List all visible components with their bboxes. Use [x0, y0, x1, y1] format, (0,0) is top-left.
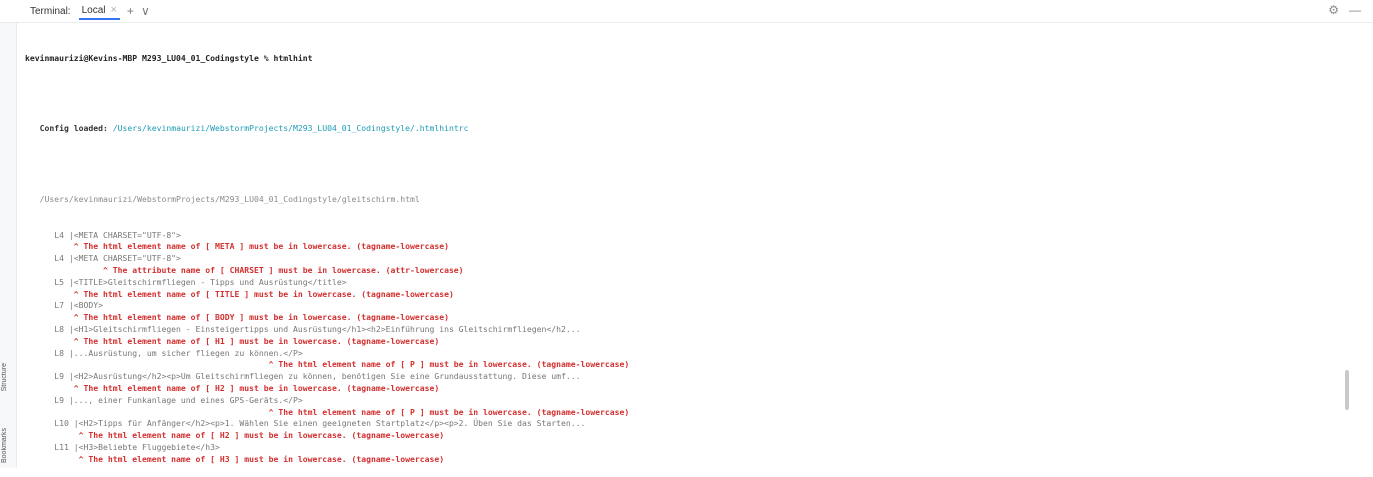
terminal-title: Terminal:: [30, 5, 71, 17]
bookmarks-tool-button[interactable]: Bookmarks: [1, 428, 8, 463]
source-code-line: L5 |<TITLE>Gleitschirmfliegen - Tipps un…: [25, 276, 347, 287]
source-code-line: L4 |<META CHARSET="UTF-8">: [25, 229, 181, 240]
lint-error-line: ^ The html element name of [ H1 ] must b…: [25, 335, 440, 346]
source-code-line: L8 |...Ausrüstung, um sicher fliegen zu …: [25, 347, 303, 358]
chevron-down-icon[interactable]: ∨: [141, 4, 150, 18]
prompt-line: kevinmaurizi@Kevins-MBP M293_LU04_01_Cod…: [25, 52, 313, 63]
config-label: Config loaded:: [25, 123, 113, 134]
source-code-line: L10 |<H2>Tipps für Anfänger</h2><p>1. Wä…: [25, 418, 586, 429]
file-path-line: /Users/kevinmaurizi/WebstormProjects/M29…: [25, 194, 420, 205]
terminal-tab-bar: Terminal: Local × + ∨ ⚙ —: [0, 0, 1373, 23]
source-code-line: L8 |<H1>Gleitschirmfliegen - Einsteigert…: [25, 323, 581, 334]
tab-local-label: Local: [81, 4, 106, 16]
lint-error-line: ^ The html element name of [ META ] must…: [25, 241, 449, 252]
lint-error-line: ^ The html element name of [ H2 ] must b…: [25, 430, 445, 441]
terminal-output[interactable]: kevinmaurizi@Kevins-MBP M293_LU04_01_Cod…: [25, 29, 1345, 477]
config-loaded-line: Config loaded: /Users/kevinmaurizi/Webst…: [25, 123, 1345, 135]
config-path-link[interactable]: /Users/kevinmaurizi/WebstormProjects/M29…: [113, 123, 469, 133]
close-icon[interactable]: ×: [110, 4, 116, 16]
lint-error-line: ^ The html element name of [ TITLE ] mus…: [25, 288, 454, 299]
source-code-line: L9 |<H2>Ausrüstung</h2><p>Um Gleitschirm…: [25, 371, 581, 382]
lint-error-line: ^ The html element name of [ P ] must be…: [25, 359, 630, 370]
add-tab-icon[interactable]: +: [127, 4, 134, 18]
gear-icon[interactable]: ⚙: [1328, 3, 1339, 17]
lint-error-line: ^ The attribute name of [ CHARSET ] must…: [25, 264, 464, 275]
lint-error-line: ^ The html element name of [ P ] must be…: [25, 406, 630, 417]
lint-error-line: ^ The html element name of [ H2 ] must b…: [25, 382, 440, 393]
source-code-line: L9 |..., einer Funkanlage und eines GPS-…: [25, 394, 303, 405]
structure-tool-button[interactable]: Structure: [1, 363, 8, 391]
source-code-line: L11 |<H3>Beliebte Fluggebiete</h3>: [25, 441, 220, 452]
lint-error-line: ^ The html element name of [ H3 ] must b…: [25, 453, 445, 464]
lint-error-line: ^ The html element name of [ BODY ] must…: [25, 312, 449, 323]
lint-results: L4 |<META CHARSET="UTF-8"> ^ The html el…: [25, 230, 1345, 466]
tab-bar-actions: ⚙ —: [1328, 3, 1361, 17]
tab-local[interactable]: Local ×: [78, 2, 120, 20]
minimize-icon[interactable]: —: [1349, 3, 1361, 17]
source-code-line: L4 |<META CHARSET="UTF-8">: [25, 253, 181, 264]
source-code-line: L7 |<BODY>: [25, 300, 103, 311]
side-tool-strip: Structure Bookmarks: [0, 23, 17, 468]
vertical-scrollbar[interactable]: [1345, 370, 1349, 410]
